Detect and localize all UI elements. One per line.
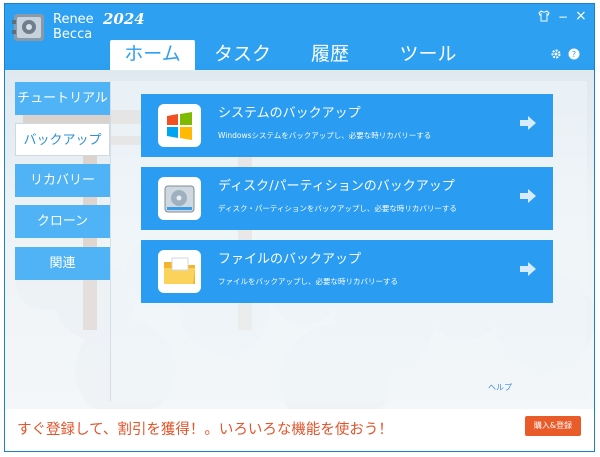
header-bar: Renee Becca 2024 − × ? ホーム タスク 履歴 ツール <box>5 4 594 70</box>
svg-text:?: ? <box>572 50 576 59</box>
buy-register-button[interactable]: 購入&登録 <box>525 416 581 436</box>
gear-icon[interactable] <box>550 48 562 63</box>
file-backup-card[interactable]: ファイルのバックアップ ファイルをバックアップし、必要な時リカバリーする <box>141 240 553 303</box>
card-title: システムのバックアップ <box>218 106 361 121</box>
brand-line-2: Becca <box>53 27 93 42</box>
sidebar-item-related[interactable]: 関連 <box>15 247 110 280</box>
help-link[interactable]: ヘルプ <box>488 382 512 393</box>
minimize-button[interactable]: − <box>558 10 568 24</box>
windows-logo-icon <box>158 104 201 147</box>
tab-tools[interactable]: ツール <box>388 40 468 70</box>
arrow-right-icon <box>520 189 536 203</box>
tab-history[interactable]: 履歴 <box>295 40 365 70</box>
arrow-right-icon <box>520 116 536 130</box>
arrow-right-icon <box>520 262 536 276</box>
tab-task[interactable]: タスク <box>205 40 280 70</box>
hard-disk-icon <box>158 177 201 220</box>
sidebar-item-backup[interactable]: バックアップ <box>15 123 110 156</box>
app-logo-icon <box>12 14 44 41</box>
help-icon[interactable]: ? <box>568 48 580 63</box>
system-backup-card[interactable]: システムのバックアップ Windowsシステムをバックアップし、必要な時リカバリ… <box>141 94 553 157</box>
sidebar-item-recovery[interactable]: リカバリー <box>15 164 110 197</box>
tshirt-icon[interactable] <box>538 10 550 25</box>
content-area: チュートリアル バックアップ リカバリー クローン 関連 システムのバックアップ… <box>5 70 594 410</box>
card-title: ディスク/パーティションのバックアップ <box>218 179 455 194</box>
card-description: Windowsシステムをバックアップし、必要な時リカバリーする <box>218 131 432 140</box>
tab-home[interactable]: ホーム <box>110 40 195 70</box>
brand-line-1: Renee <box>53 12 94 27</box>
card-title: ファイルのバックアップ <box>218 252 362 267</box>
brand-year: 2024 <box>103 10 145 28</box>
sidebar-item-tutorial[interactable]: チュートリアル <box>15 82 110 115</box>
card-description: ディスク・パーティションをバックアップし、必要な時リカバリーする <box>218 204 457 213</box>
sidebar-item-clone[interactable]: クローン <box>15 205 110 238</box>
card-description: ファイルをバックアップし、必要な時リカバリーする <box>218 277 398 286</box>
disk-partition-backup-card[interactable]: ディスク/パーティションのバックアップ ディスク・パーティションをバックアップし… <box>141 167 553 230</box>
folder-icon <box>158 250 201 293</box>
footer-bar: すぐ登録して、割引を獲得！。いろいろな機能を使おう！ 購入&登録 <box>5 409 594 451</box>
brand-name: Renee Becca <box>53 12 94 42</box>
app-window: Renee Becca 2024 − × ? ホーム タスク 履歴 ツール チュ… <box>4 3 595 452</box>
close-button[interactable]: × <box>575 8 587 24</box>
promo-text: すぐ登録して、割引を獲得！。いろいろな機能を使おう！ <box>17 422 393 438</box>
